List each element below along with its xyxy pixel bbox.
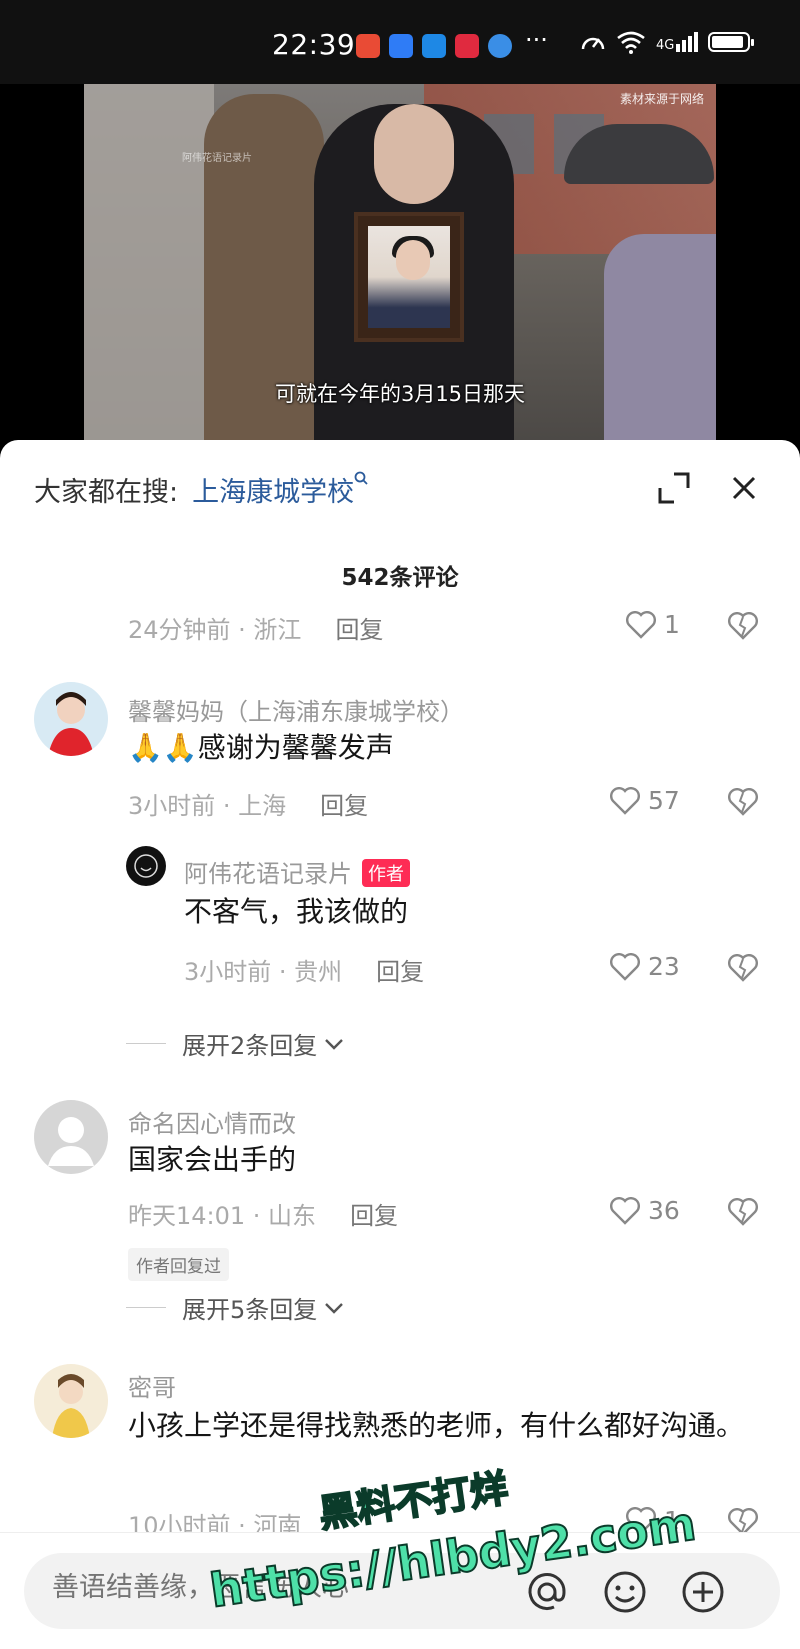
network-type: 4G: [656, 38, 675, 53]
battery-icon: [708, 32, 755, 52]
status-bar: 22:39 ··· 4G: [0, 0, 800, 84]
like-count: 36: [648, 1196, 680, 1225]
taobao-app-icon: [356, 34, 380, 58]
author-avatar[interactable]: [126, 846, 166, 886]
like-count: 23: [648, 952, 680, 981]
browser-app-icon: [488, 34, 512, 58]
message-app-icon: [389, 34, 413, 58]
broken-heart-icon[interactable]: [728, 954, 758, 984]
comment-meta: 24分钟前 · 浙江 回复: [128, 610, 383, 645]
default-avatar[interactable]: [34, 1100, 108, 1174]
fullscreen-expand-icon[interactable]: [656, 470, 692, 506]
avatar[interactable]: [34, 682, 108, 756]
expand-replies-label: 展开5条回复: [182, 1296, 318, 1324]
video-subtitle: 可就在今年的3月15日那天: [274, 382, 526, 406]
search-icon: [354, 471, 368, 489]
emoji-icon[interactable]: [602, 1569, 648, 1615]
comment-username[interactable]: 密哥: [128, 1368, 176, 1403]
heart-icon: [610, 1196, 640, 1225]
comment-time-location: 24分钟前 · 浙江: [128, 616, 302, 644]
video-small-watermark: 阿伟花语记录片: [182, 153, 252, 164]
cell-signal-icon: 4G: [656, 32, 699, 53]
author-replied-tag: 作者回复过: [128, 1248, 229, 1281]
heart-icon: [610, 786, 640, 815]
comment-meta: 3小时前 · 上海 回复: [128, 786, 368, 821]
comment-text: 🙏🙏感谢为馨馨发声: [128, 731, 394, 764]
more-notifications-icon: ···: [525, 26, 548, 54]
like-button[interactable]: 36: [610, 1196, 680, 1225]
notification-icons: [356, 34, 512, 58]
expand-replies-button[interactable]: 展开5条回复: [126, 1290, 345, 1325]
reply-text: 不客气，我该做的: [184, 895, 409, 928]
xiaohongshu-app-icon: [455, 34, 479, 58]
comment-time-location: 3小时前 · 贵州: [184, 958, 343, 986]
comment-count: 542条评论: [341, 565, 459, 591]
heart-icon: [626, 610, 656, 639]
comment-time-location: 昨天14:01 · 山东: [128, 1202, 317, 1230]
status-time: 22:39: [272, 28, 356, 61]
comment-username[interactable]: 命名因心情而改: [128, 1104, 296, 1139]
chevron-down-icon: [325, 1038, 344, 1050]
expand-replies-label: 展开2条回复: [182, 1032, 318, 1060]
reply-username-text: 阿伟花语记录片: [184, 860, 352, 888]
video-player[interactable]: 阿伟花语记录片 素材来源于网络 可就在今年的3月15日那天: [84, 84, 716, 454]
portrait-frame: [354, 212, 464, 342]
like-button[interactable]: 23: [610, 952, 680, 981]
broken-heart-icon[interactable]: [728, 612, 758, 642]
like-button[interactable]: 1: [626, 610, 680, 639]
mention-icon[interactable]: [524, 1569, 570, 1615]
comment-time-location: 3小时前 · 上海: [128, 792, 287, 820]
chevron-down-icon: [325, 1302, 344, 1314]
comment-text: 小孩上学还是得找熟悉的老师，有什么都好沟通。: [128, 1409, 745, 1442]
system-indicators: 4G: [580, 30, 755, 54]
like-count: 57: [648, 786, 680, 815]
reply-username[interactable]: 阿伟花语记录片 作者: [184, 854, 410, 889]
speed-gauge-icon: [581, 37, 605, 50]
reply-button[interactable]: 回复: [320, 792, 368, 820]
reply-button[interactable]: 回复: [335, 616, 383, 644]
expand-replies-button[interactable]: 展开2条回复: [126, 1026, 345, 1061]
comment-meta: 昨天14:01 · 山东 回复: [128, 1196, 398, 1231]
comment-sheet: 大家都在搜: 上海康城学校 542条评论 24分钟前 · 浙江 回复 1 馨馨妈妈…: [0, 440, 800, 1648]
reply-button[interactable]: 回复: [350, 1202, 398, 1230]
add-icon[interactable]: [680, 1569, 726, 1615]
like-count: 1: [664, 610, 680, 639]
trending-search-term[interactable]: 上海康城学校: [192, 470, 354, 509]
shield-app-icon: [422, 34, 446, 58]
reply-button[interactable]: 回复: [376, 958, 424, 986]
heart-icon: [610, 952, 640, 981]
close-icon[interactable]: [726, 470, 762, 506]
trending-search[interactable]: 大家都在搜: 上海康城学校: [34, 470, 368, 509]
like-button[interactable]: 57: [610, 786, 680, 815]
reply-meta: 3小时前 · 贵州 回复: [184, 952, 424, 987]
broken-heart-icon[interactable]: [728, 1198, 758, 1228]
comment-username[interactable]: 馨馨妈妈（上海浦东康城学校）: [128, 692, 464, 727]
avatar[interactable]: [34, 1364, 108, 1438]
trending-search-label: 大家都在搜:: [34, 477, 179, 508]
broken-heart-icon[interactable]: [728, 788, 758, 818]
video-watermark: 素材来源于网络: [619, 92, 704, 106]
comment-text: 国家会出手的: [128, 1143, 297, 1176]
wifi-icon: [617, 31, 645, 54]
author-badge: 作者: [362, 859, 410, 887]
